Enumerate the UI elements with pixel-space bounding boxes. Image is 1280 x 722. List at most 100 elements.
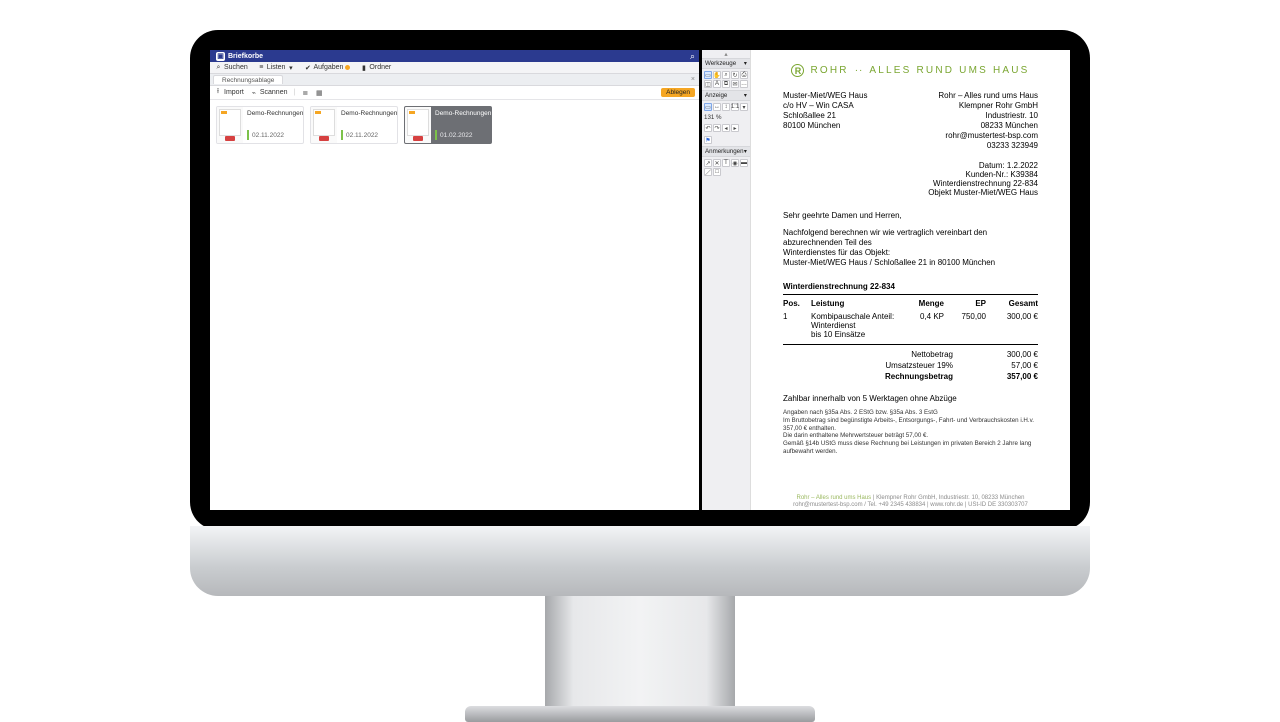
tool-copy[interactable]: ⧉ <box>722 80 730 88</box>
recipient-address: Muster-Miet/WEG Haus c/o HV – Win CASA S… <box>783 91 867 151</box>
tool-pointer[interactable]: ▭ <box>704 71 712 79</box>
view-height[interactable]: ↕ <box>722 103 730 111</box>
letterhead: R ROHR ·· ALLES RUND UMS HAUS <box>783 64 1038 77</box>
tab-close-icon[interactable]: × <box>691 76 695 83</box>
anno-line[interactable]: ／ <box>704 168 712 176</box>
rotate-right[interactable]: ↷ <box>713 124 721 132</box>
search-icon: ⌕ <box>215 64 222 71</box>
menu-ordner[interactable]: ▮Ordner <box>355 64 396 71</box>
doc-date: 01.02.2022 <box>440 132 473 139</box>
pdf-badge-icon <box>413 136 423 141</box>
tool-text[interactable]: A <box>713 80 721 88</box>
upload-icon: ⭱ <box>214 89 222 97</box>
palette-anzeige-body: ▭ ↔ ↕ 1:1 ▾ <box>702 101 750 113</box>
intro-text: Nachfolgend berechnen wir wie vertraglic… <box>783 228 1038 268</box>
menu-aufgaben[interactable]: ✔Aufgaben <box>299 64 355 71</box>
doc-thumbnail <box>217 107 243 143</box>
letter-footer: Rohr – Alles rund ums Haus | Klempner Ro… <box>783 495 1038 509</box>
collapse-handle-icon[interactable]: ▴ <box>702 50 750 58</box>
brand-tagline: ALLES RUND UMS HAUS <box>869 65 1029 76</box>
anno-erase[interactable]: ✕ <box>713 159 721 167</box>
doc-date: 02.11.2022 <box>346 132 378 139</box>
flag-tool[interactable]: ⚑ <box>704 136 712 144</box>
tool-hand[interactable]: ✋ <box>713 71 721 79</box>
anno-arrow[interactable]: ↗ <box>704 159 712 167</box>
chevron-icon: ▾ <box>744 92 747 99</box>
view-grid-button[interactable]: ▦ <box>315 89 323 97</box>
notification-badge <box>345 65 350 70</box>
col-menge: Menge <box>902 297 944 310</box>
fineprint: Angaben nach §35a Abs. 2 EStG bzw. §35a … <box>783 409 1038 456</box>
titlebar-search-icon[interactable]: ⌕ <box>690 50 695 62</box>
invoice-page: R ROHR ·· ALLES RUND UMS HAUS Muster-Mie… <box>761 50 1060 510</box>
status-bar-icon <box>435 130 437 140</box>
page-next[interactable]: ▸ <box>731 124 739 132</box>
check-icon: ✔ <box>304 64 311 71</box>
payment-terms: Zahlbar innerhalb von 5 Werktagen ohne A… <box>783 394 1038 403</box>
anno-text[interactable]: T <box>722 159 730 167</box>
tool-crop[interactable]: ◫ <box>704 80 712 88</box>
view-list-button[interactable]: ≣ <box>301 89 309 97</box>
page-prev[interactable]: ◂ <box>722 124 730 132</box>
zoom-level[interactable]: 131 % <box>702 113 750 122</box>
document-card-selected[interactable]: Demo-Rechnungen (2… 01.02.2022 <box>404 106 492 144</box>
ablegen-button[interactable]: Ablegen <box>661 88 695 97</box>
sender-address: Rohr – Alles rund ums Haus Klempner Rohr… <box>938 91 1038 151</box>
brand-dots: ·· <box>855 65 864 76</box>
col-pos: Pos. <box>783 297 811 310</box>
app-title: Briefkorbe <box>228 53 263 60</box>
palette-header-anzeige[interactable]: Anzeige▾ <box>702 90 750 101</box>
palette-header-anmerkungen[interactable]: Anmerkungen▾ <box>702 146 750 157</box>
menu-listen[interactable]: ≡Listen▾ <box>253 64 300 71</box>
app-titlebar: ▣ Briefkorbe ⌕ <box>210 50 699 62</box>
anno-rect[interactable]: □ <box>713 168 721 176</box>
view-width[interactable]: ↔ <box>713 103 721 111</box>
menu-suchen[interactable]: ⌕Suchen <box>210 64 253 71</box>
import-button[interactable]: ⭱Import <box>214 89 244 97</box>
tab-strip: Rechnungsablage × <box>210 74 699 86</box>
document-card[interactable]: Demo-Rechnungen (2) 02.11.2022 <box>216 106 304 144</box>
chevron-icon: ▾ <box>744 60 747 67</box>
tab-rechnungsablage[interactable]: Rechnungsablage <box>213 75 283 84</box>
status-bar-icon <box>247 130 249 140</box>
anno-highlight[interactable]: ▬ <box>740 159 748 167</box>
app-logo-icon: ▣ <box>216 52 225 61</box>
chevron-down-icon: ▾ <box>287 64 294 71</box>
list-icon: ≡ <box>258 64 265 71</box>
grid-view-icon: ▦ <box>315 89 323 97</box>
pdf-badge-icon <box>319 136 329 141</box>
brand-logo-icon: R <box>791 64 804 77</box>
tool-zoom[interactable]: ⌕ <box>722 71 730 79</box>
rotate-left[interactable]: ↶ <box>704 124 712 132</box>
palette-werkzeuge-body: ▭ ✋ ⌕ ↻ ⎙ ◫ A ⧉ ✉ … <box>702 69 750 90</box>
brand-name: ROHR <box>810 65 848 76</box>
toolbar: ⭱Import ⌁Scannen | ≣ ▦ Ablegen <box>210 86 699 100</box>
scan-button[interactable]: ⌁Scannen <box>250 89 288 97</box>
pdf-badge-icon <box>225 136 235 141</box>
view-fit[interactable]: ▭ <box>704 103 712 111</box>
tool-rotate[interactable]: ↻ <box>731 71 739 79</box>
scanner-icon: ⌁ <box>250 89 258 97</box>
doc-date: 02.11.2022 <box>252 132 284 139</box>
dms-inbox-panel: ▣ Briefkorbe ⌕ ⌕Suchen ≡Listen▾ ✔Aufgabe… <box>210 50 702 510</box>
document-cards: Demo-Rechnungen (2) 02.11.2022 Demo-Rech… <box>210 100 699 150</box>
tool-palettes: ▴ Werkzeuge▾ ▭ ✋ ⌕ ↻ ⎙ ◫ A ⧉ ✉ … Anzei <box>702 50 751 510</box>
document-card[interactable]: Demo-Rechnungen (2… 02.11.2022 <box>310 106 398 144</box>
palette-header-werkzeuge[interactable]: Werkzeuge▾ <box>702 58 750 69</box>
chevron-icon: ▾ <box>744 148 747 155</box>
doc-thumbnail <box>311 107 337 143</box>
view-actual[interactable]: 1:1 <box>731 103 739 111</box>
invoice-title: Winterdienstrechnung 22-834 <box>783 282 1038 295</box>
view-zoom-drop[interactable]: ▾ <box>740 103 748 111</box>
invoice-table: Pos. Leistung Menge EP Gesamt 1 Kombipau… <box>783 297 1038 345</box>
tool-print[interactable]: ⎙ <box>740 71 748 79</box>
anno-stamp[interactable]: ◉ <box>731 159 739 167</box>
invoice-meta: Datum: 1.2.2022 Kunden-Nr.: K39384 Winte… <box>783 161 1038 197</box>
col-ep: EP <box>944 297 986 310</box>
folder-icon: ▮ <box>360 64 367 71</box>
list-view-icon: ≣ <box>301 89 309 97</box>
status-bar-icon <box>341 130 343 140</box>
tool-mail[interactable]: ✉ <box>731 80 739 88</box>
tool-more[interactable]: … <box>740 80 748 88</box>
monitor-chin <box>190 526 1090 596</box>
